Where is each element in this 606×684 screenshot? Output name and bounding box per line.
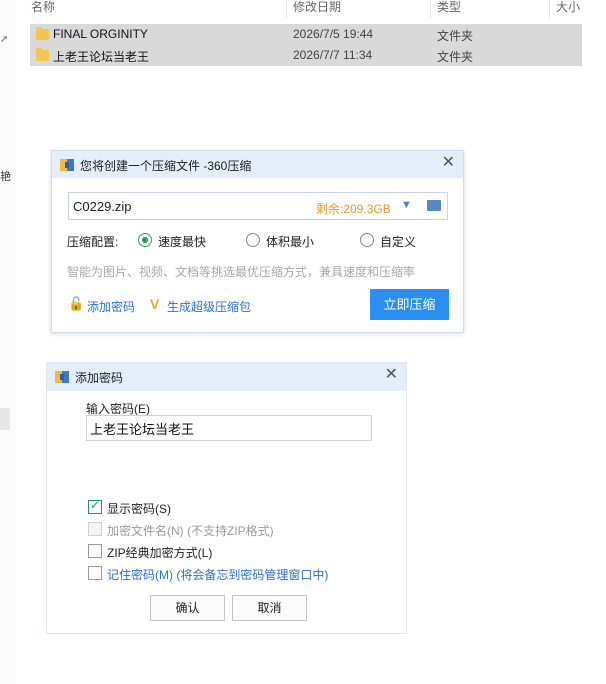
file-name: 上老王论坛当老王 — [53, 50, 150, 64]
archive-filename[interactable]: C0229.zip — [73, 199, 132, 214]
compression-hint: 智能为图片、视频、文档等挑选最优压缩方式，兼具速度和压缩率 — [67, 265, 416, 279]
column-divider[interactable] — [430, 0, 431, 18]
chevron-down-icon[interactable]: ▼ — [401, 199, 412, 211]
dialog-title: 您将创建一个压缩文件 -360压缩 — [80, 159, 252, 173]
dialog-title-bar[interactable]: 添加密码 ✕ — [47, 363, 406, 391]
archive-name-field[interactable]: C0229.zip 剩余:209.3GB ▼ — [68, 192, 448, 220]
close-icon[interactable]: ✕ — [385, 366, 398, 384]
archive-app-icon — [60, 159, 74, 171]
zip-classic-encryption-checkbox[interactable] — [88, 544, 102, 558]
column-header-size[interactable]: 大小 — [556, 0, 580, 18]
column-divider[interactable] — [286, 0, 287, 18]
close-icon[interactable]: ✕ — [442, 154, 455, 172]
encrypt-filename-label: 加密文件名(N) (不支持ZIP格式) — [107, 524, 274, 538]
file-modified: 2026/7/7 11:34 — [293, 48, 373, 62]
radio-fastest-label[interactable]: 速度最快 — [158, 233, 206, 250]
dialog-title: 添加密码 — [75, 371, 124, 385]
zip-classic-encryption-label[interactable]: ZIP经典加密方式(L) — [107, 544, 212, 561]
remember-password-label[interactable]: 记住密码(M) (将会备忘到密码管理窗口中) — [107, 566, 328, 583]
dialog-title-bar[interactable]: 您将创建一个压缩文件 -360压缩 ✕ — [52, 151, 463, 178]
radio-smallest-label[interactable]: 体积最小 — [266, 233, 314, 250]
confirm-button[interactable]: 确认 — [150, 595, 225, 621]
column-divider[interactable] — [549, 0, 550, 18]
archive-app-icon — [55, 371, 69, 383]
file-type: 文件夹 — [437, 50, 474, 64]
compress-now-button[interactable]: 立即压缩 — [370, 289, 449, 320]
folder-icon — [36, 27, 49, 40]
super-pack-link[interactable]: 生成超级压缩包 — [167, 298, 251, 315]
encrypt-filename-checkbox[interactable] — [88, 522, 102, 536]
file-row[interactable]: 上老王论坛当老王 2026/7/7 11:34 文件夹 — [30, 45, 582, 66]
navigation-pane-edge — [0, 0, 16, 684]
radio-smallest[interactable] — [246, 233, 260, 247]
super-pack-icon[interactable]: V — [150, 296, 159, 312]
compress-dialog: 您将创建一个压缩文件 -360压缩 ✕ C0229.zip 剩余:209.3GB… — [51, 150, 464, 333]
add-password-dialog: 添加密码 ✕ 输入密码(E) 上老王论坛当老王 显示密码(S) 加密文件名(N)… — [46, 362, 407, 634]
file-modified: 2026/7/5 19:44 — [293, 27, 374, 41]
show-password-checkbox[interactable] — [88, 498, 102, 514]
browse-folder-icon[interactable] — [427, 200, 441, 211]
pin-icon[interactable]: ➚ — [0, 34, 8, 45]
radio-custom-label[interactable]: 自定义 — [380, 233, 416, 250]
remember-password-checkbox[interactable] — [88, 566, 102, 580]
free-space-label: 剩余:209.3GB — [316, 202, 391, 216]
password-value[interactable]: 上老王论坛当老王 — [90, 419, 194, 438]
add-password-link[interactable]: 添加密码 — [87, 298, 135, 315]
nav-pane-selection — [0, 408, 10, 430]
radio-fastest[interactable] — [138, 233, 152, 247]
radio-custom[interactable] — [360, 233, 374, 247]
show-password-label[interactable]: 显示密码(S) — [107, 500, 171, 517]
column-header-type[interactable]: 类型 — [437, 0, 461, 18]
folder-icon — [36, 48, 49, 61]
file-name: FINAL ORGINITY — [53, 27, 148, 41]
file-type: 文件夹 — [437, 29, 474, 43]
column-header-modified[interactable]: 修改日期 — [293, 0, 341, 18]
cancel-button[interactable]: 取消 — [232, 595, 307, 621]
password-input[interactable]: 上老王论坛当老王 — [86, 415, 372, 441]
file-row[interactable]: FINAL ORGINITY 2026/7/5 19:44 文件夹 — [30, 24, 582, 45]
column-header-name[interactable]: 名称 — [31, 0, 55, 18]
nav-pane-partial-label: 艳 — [0, 171, 11, 183]
lock-icon[interactable]: 🔓 — [68, 296, 84, 312]
compression-config-label: 压缩配置: — [67, 235, 119, 249]
